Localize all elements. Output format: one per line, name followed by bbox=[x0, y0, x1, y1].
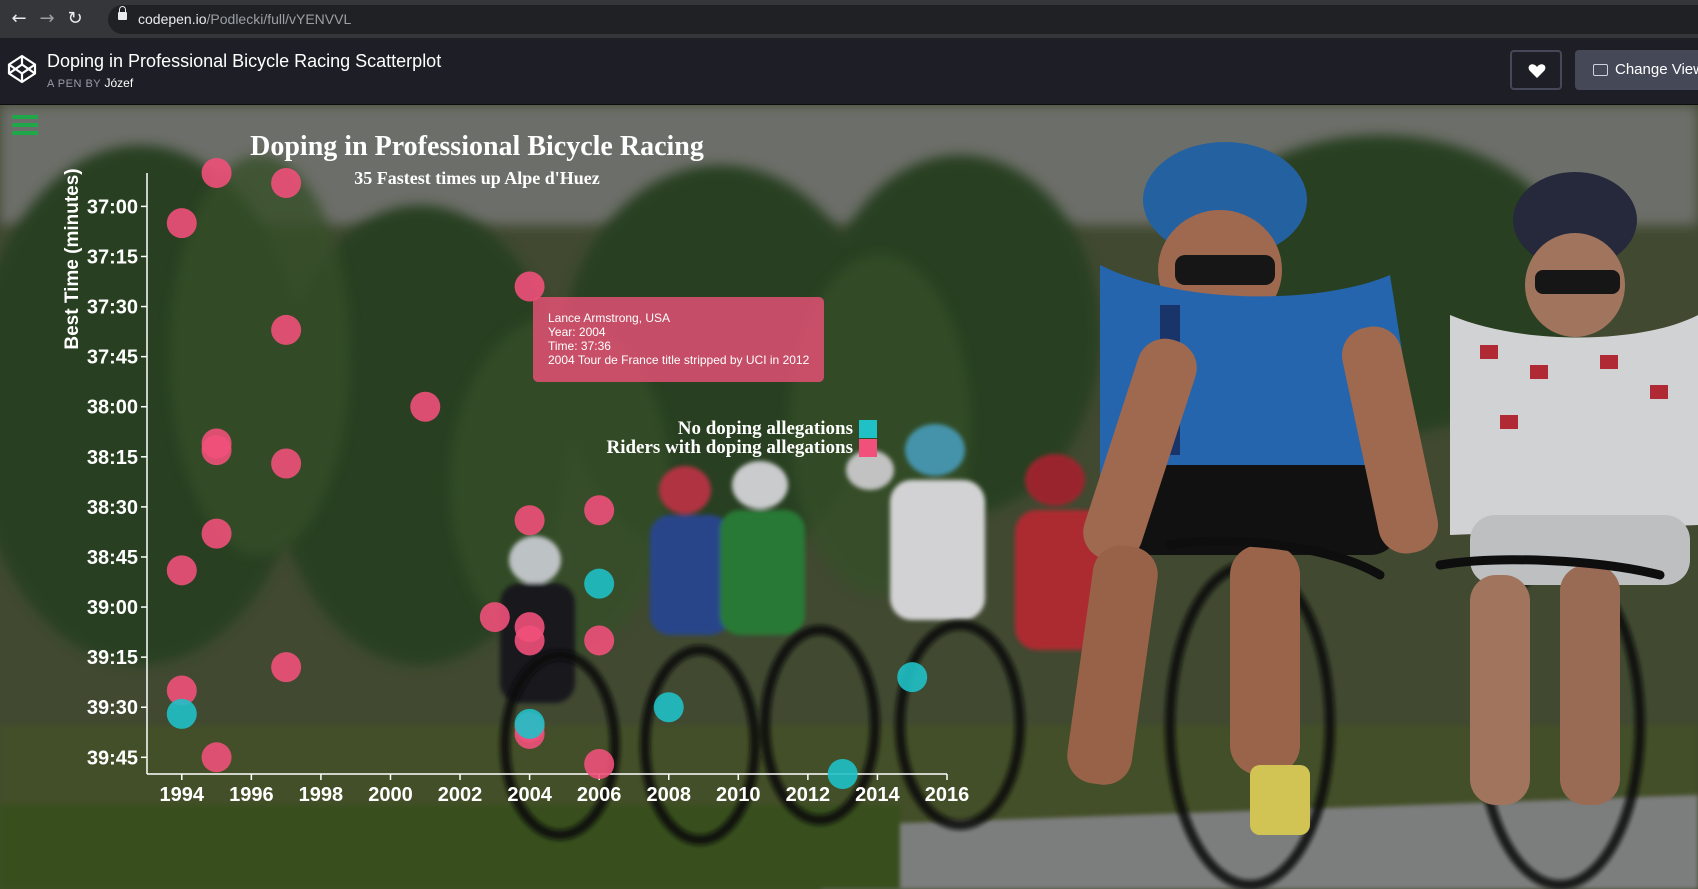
data-point-no-doping[interactable] bbox=[653, 692, 684, 723]
codepen-logo-icon[interactable] bbox=[6, 53, 38, 85]
url-text: codepen.io/Podlecki/full/vYENVVL bbox=[138, 11, 351, 27]
data-point-no-doping[interactable] bbox=[827, 759, 858, 789]
scatterplot-chart: Doping in Professional Bicycle Racing 35… bbox=[62, 131, 970, 806]
x-tick-label: 1994 bbox=[160, 784, 205, 806]
data-point-no-doping[interactable] bbox=[166, 698, 197, 729]
x-tick-label: 2012 bbox=[786, 784, 831, 806]
reload-icon[interactable]: ↻ bbox=[62, 6, 88, 32]
x-tick-label: 2014 bbox=[855, 784, 900, 806]
legend-swatch-no-doping bbox=[859, 420, 877, 438]
forward-arrow-icon[interactable]: → bbox=[34, 6, 60, 32]
url-path: /Podlecki/full/vYENVVL bbox=[206, 11, 352, 27]
data-point-doping[interactable] bbox=[271, 652, 302, 683]
y-axis-ticks: 37:00 37:15 37:30 37:45 38:00 38:15 38:30 38:45… bbox=[87, 196, 147, 769]
data-point-doping[interactable] bbox=[584, 495, 615, 526]
address-bar[interactable]: codepen.io/Podlecki/full/vYENVVL bbox=[108, 5, 1698, 34]
x-tick-label: 2002 bbox=[438, 784, 483, 806]
tooltip-year: Year: 2004 bbox=[548, 325, 606, 339]
codepen-header: Doping in Professional Bicycle Racing Sc… bbox=[0, 38, 1698, 105]
x-tick-label: 2000 bbox=[368, 784, 413, 806]
y-tick-label: 37:00 bbox=[87, 196, 138, 218]
point-tooltip: Lance Armstrong, USA Year: 2004 Time: 37… bbox=[533, 297, 824, 382]
data-point-doping[interactable] bbox=[514, 505, 545, 536]
y-tick-label: 37:15 bbox=[87, 246, 138, 268]
data-point-doping[interactable] bbox=[271, 314, 302, 345]
data-point-doping[interactable] bbox=[201, 518, 232, 549]
love-button[interactable] bbox=[1510, 50, 1562, 90]
data-point-no-doping[interactable] bbox=[897, 662, 928, 693]
pen-author-line: A PEN BY Józef bbox=[47, 76, 133, 90]
x-tick-label: 2004 bbox=[507, 784, 552, 806]
data-point-doping[interactable] bbox=[410, 391, 441, 422]
data-point-doping[interactable] bbox=[271, 168, 302, 199]
change-view-label: Change View bbox=[1615, 61, 1698, 78]
chart-subtitle: 35 Fastest times up Alpe d'Huez bbox=[354, 168, 600, 188]
data-point-doping[interactable] bbox=[479, 602, 510, 633]
data-point-doping[interactable] bbox=[201, 435, 232, 466]
browser-toolbar: ← → ↻ codepen.io/Podlecki/full/vYENVVL bbox=[0, 0, 1698, 38]
y-tick-label: 37:45 bbox=[87, 347, 138, 369]
data-point-doping[interactable] bbox=[166, 208, 197, 239]
data-point-no-doping[interactable] bbox=[584, 568, 615, 599]
x-tick-label: 2006 bbox=[577, 784, 622, 806]
pen-by-label: A PEN BY bbox=[47, 78, 101, 90]
x-tick-label: 2010 bbox=[716, 784, 761, 806]
x-tick-label: 1998 bbox=[299, 784, 344, 806]
y-tick-label: 39:30 bbox=[87, 697, 138, 719]
pen-author-link[interactable]: Józef bbox=[105, 76, 134, 90]
heart-icon bbox=[1528, 64, 1546, 78]
data-point-doping[interactable] bbox=[201, 158, 232, 188]
y-axis-label: Best Time (minutes) bbox=[62, 168, 83, 349]
data-point-doping[interactable] bbox=[166, 555, 197, 586]
y-tick-label: 38:30 bbox=[87, 497, 138, 519]
data-points bbox=[166, 158, 928, 789]
tooltip-note: 2004 Tour de France title stripped by UC… bbox=[548, 353, 810, 367]
y-tick-label: 39:00 bbox=[87, 597, 138, 619]
back-arrow-icon[interactable]: ← bbox=[6, 6, 32, 32]
legend: No doping allegations Riders with doping… bbox=[606, 418, 877, 458]
y-tick-label: 38:45 bbox=[87, 547, 138, 569]
data-point-doping[interactable] bbox=[514, 625, 545, 656]
tooltip-rider: Lance Armstrong, USA bbox=[548, 311, 671, 325]
x-tick-label: 2008 bbox=[646, 784, 691, 806]
lock-icon bbox=[118, 6, 127, 20]
x-tick-label: 1996 bbox=[229, 784, 274, 806]
y-tick-label: 39:45 bbox=[87, 747, 138, 769]
y-tick-label: 38:00 bbox=[87, 397, 138, 419]
chart-title: Doping in Professional Bicycle Racing bbox=[250, 131, 704, 162]
y-tick-label: 38:15 bbox=[87, 447, 138, 469]
y-tick-label: 39:15 bbox=[87, 647, 138, 669]
legend-swatch-doping bbox=[859, 439, 877, 457]
pen-title: Doping in Professional Bicycle Racing Sc… bbox=[47, 51, 442, 71]
data-point-no-doping[interactable] bbox=[514, 708, 545, 739]
data-point-doping[interactable] bbox=[584, 625, 615, 656]
data-point-doping[interactable] bbox=[584, 748, 615, 779]
y-tick-label: 37:30 bbox=[87, 297, 138, 319]
data-point-doping[interactable] bbox=[201, 742, 232, 773]
legend-label-doping: Riders with doping allegations bbox=[606, 437, 853, 458]
url-host: codepen.io bbox=[138, 11, 207, 27]
data-point-doping[interactable] bbox=[271, 448, 302, 479]
x-tick-label: 2016 bbox=[925, 784, 970, 806]
layout-icon bbox=[1593, 64, 1608, 76]
change-view-button[interactable]: Change View bbox=[1575, 50, 1698, 90]
legend-label-no-doping: No doping allegations bbox=[678, 418, 853, 439]
tooltip-time: Time: 37:36 bbox=[548, 339, 611, 353]
